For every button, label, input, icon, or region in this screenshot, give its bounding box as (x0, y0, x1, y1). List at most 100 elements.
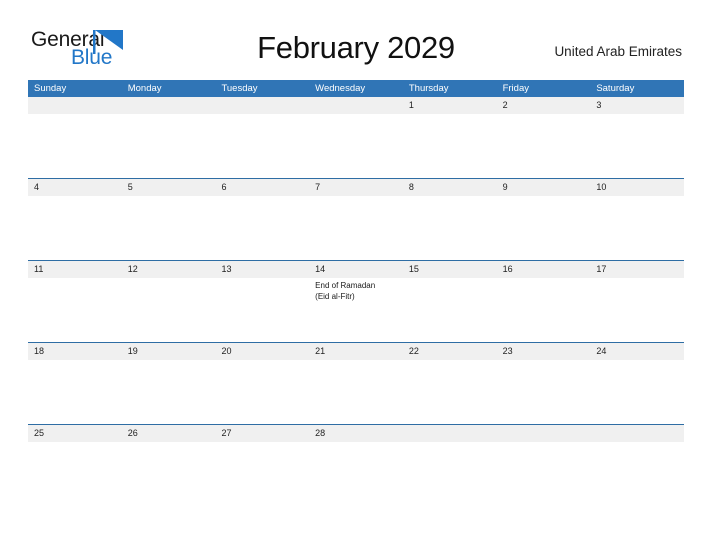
day-number: 24 (596, 346, 607, 356)
day-cell[interactable]: 19 (122, 343, 216, 360)
day-cell[interactable]: 28 (309, 425, 403, 442)
calendar-grid: Sunday Monday Tuesday Wednesday Thursday Frid… (28, 80, 684, 506)
day-number: 15 (408, 264, 419, 274)
calendar-week-row: 11 12 13 14 15 16 17 End of Ramadan (Eid al-Fitr… (28, 260, 684, 342)
day-event-slot (590, 360, 684, 424)
day-cell[interactable]: 10 (590, 179, 684, 196)
calendar-week-row: 25 26 27 28 (28, 424, 684, 506)
day-number: 14 (315, 264, 326, 274)
week-events-layer (28, 114, 684, 178)
day-cell[interactable]: 26 (122, 425, 216, 442)
day-number: 12 (127, 264, 138, 274)
day-cell[interactable]: 11 (28, 261, 122, 278)
day-cell[interactable]: 9 (497, 179, 591, 196)
day-number: 4 (34, 182, 40, 192)
day-event-slot (403, 196, 497, 260)
day-event-slot (122, 360, 216, 424)
calendar-week-row: 4 5 6 7 8 9 10 (28, 178, 684, 260)
weekday-header-thursday: Thursday (408, 83, 449, 94)
day-cell[interactable]: 2 (497, 97, 591, 114)
page-header: General Blue February 2029 United Arab E… (0, 0, 712, 78)
day-cell[interactable]: 1 (403, 97, 497, 114)
day-cell[interactable]: 24 (590, 343, 684, 360)
day-event-slot (497, 360, 591, 424)
calendar-weeks: 1 2 3 4 5 6 7 8 9 10 11 12 13 14 15 16 17 End of Ramadan(… (28, 97, 684, 506)
week-date-band: 4 5 6 7 8 9 10 (28, 179, 684, 196)
week-date-band: 18 19 20 21 22 23 24 (28, 343, 684, 360)
week-events-layer (28, 196, 684, 260)
day-event-slot (122, 278, 216, 342)
day-event-slot (497, 196, 591, 260)
calendar-week-row: 1 2 3 (28, 97, 684, 178)
day-event-slot (215, 360, 309, 424)
day-number: 26 (127, 428, 138, 438)
day-event-slot (309, 360, 403, 424)
week-events-layer: End of Ramadan (Eid al-Fitr) (28, 278, 684, 342)
day-event-slot (28, 114, 122, 178)
day-number: 25 (34, 428, 45, 438)
day-cell[interactable]: 15 (403, 261, 497, 278)
day-event-slot: End of Ramadan (Eid al-Fitr) (309, 278, 403, 342)
day-cell[interactable]: 21 (309, 343, 403, 360)
day-event-slot (590, 278, 684, 342)
day-event-slot (122, 196, 216, 260)
day-number: 11 (34, 264, 44, 274)
day-event-slot (122, 442, 216, 506)
day-cell-empty (122, 97, 216, 114)
day-event-slot (403, 114, 497, 178)
day-number: 19 (127, 346, 138, 356)
day-event-slot (28, 196, 122, 260)
day-number: 27 (221, 428, 232, 438)
day-cell[interactable]: 13 (215, 261, 309, 278)
week-date-band: 1 2 3 (28, 97, 684, 114)
day-cell[interactable]: 20 (215, 343, 309, 360)
day-number: 8 (408, 182, 414, 192)
day-number: 13 (221, 264, 232, 274)
day-cell[interactable]: 17 (590, 261, 684, 278)
day-event-slot (215, 442, 309, 506)
week-events-layer (28, 360, 684, 424)
day-number: 10 (596, 182, 607, 192)
day-cell[interactable]: 4 (28, 179, 122, 196)
day-event-slot (590, 196, 684, 260)
day-cell[interactable]: 16 (497, 261, 591, 278)
day-cell[interactable]: 22 (403, 343, 497, 360)
day-event-slot (309, 196, 403, 260)
day-event-slot (309, 114, 403, 178)
day-cell[interactable]: 18 (28, 343, 122, 360)
day-cell[interactable]: 6 (215, 179, 309, 196)
day-event-slot (590, 442, 684, 506)
calendar-week-row: 18 19 20 21 22 23 24 (28, 342, 684, 424)
day-cell[interactable]: 12 (122, 261, 216, 278)
day-event-slot (497, 114, 591, 178)
day-event-slot (497, 442, 591, 506)
day-cell[interactable]: 23 (497, 343, 591, 360)
day-event-slot (497, 278, 591, 342)
day-cell[interactable]: 27 (215, 425, 309, 442)
day-cell[interactable]: 5 (122, 179, 216, 196)
weekday-header-saturday: Saturday (596, 83, 635, 94)
day-cell-empty (215, 97, 309, 114)
day-number: 18 (34, 346, 45, 356)
day-cell[interactable]: 3 (590, 97, 684, 114)
day-number: 3 (596, 100, 602, 110)
day-event-slot (403, 278, 497, 342)
day-cell[interactable]: 8 (403, 179, 497, 196)
day-number: 2 (502, 100, 508, 110)
day-number: 5 (127, 182, 133, 192)
day-number: 21 (315, 346, 326, 356)
day-cell[interactable]: 25 (28, 425, 122, 442)
day-cell[interactable]: 14 (309, 261, 403, 278)
day-cell-empty (403, 425, 497, 442)
day-event-slot (28, 278, 122, 342)
day-event-slot (215, 196, 309, 260)
day-number: 28 (315, 428, 326, 438)
week-date-band: 11 12 13 14 15 16 17 (28, 261, 684, 278)
day-cell[interactable]: 7 (309, 179, 403, 196)
weekday-header-row: Sunday Monday Tuesday Wednesday Thursday Frid… (28, 80, 684, 97)
day-number: 6 (221, 182, 227, 192)
day-event-slot (28, 442, 122, 506)
week-events-layer (28, 442, 684, 506)
weekday-header-monday: Monday (127, 83, 162, 94)
day-cell-empty (497, 425, 591, 442)
